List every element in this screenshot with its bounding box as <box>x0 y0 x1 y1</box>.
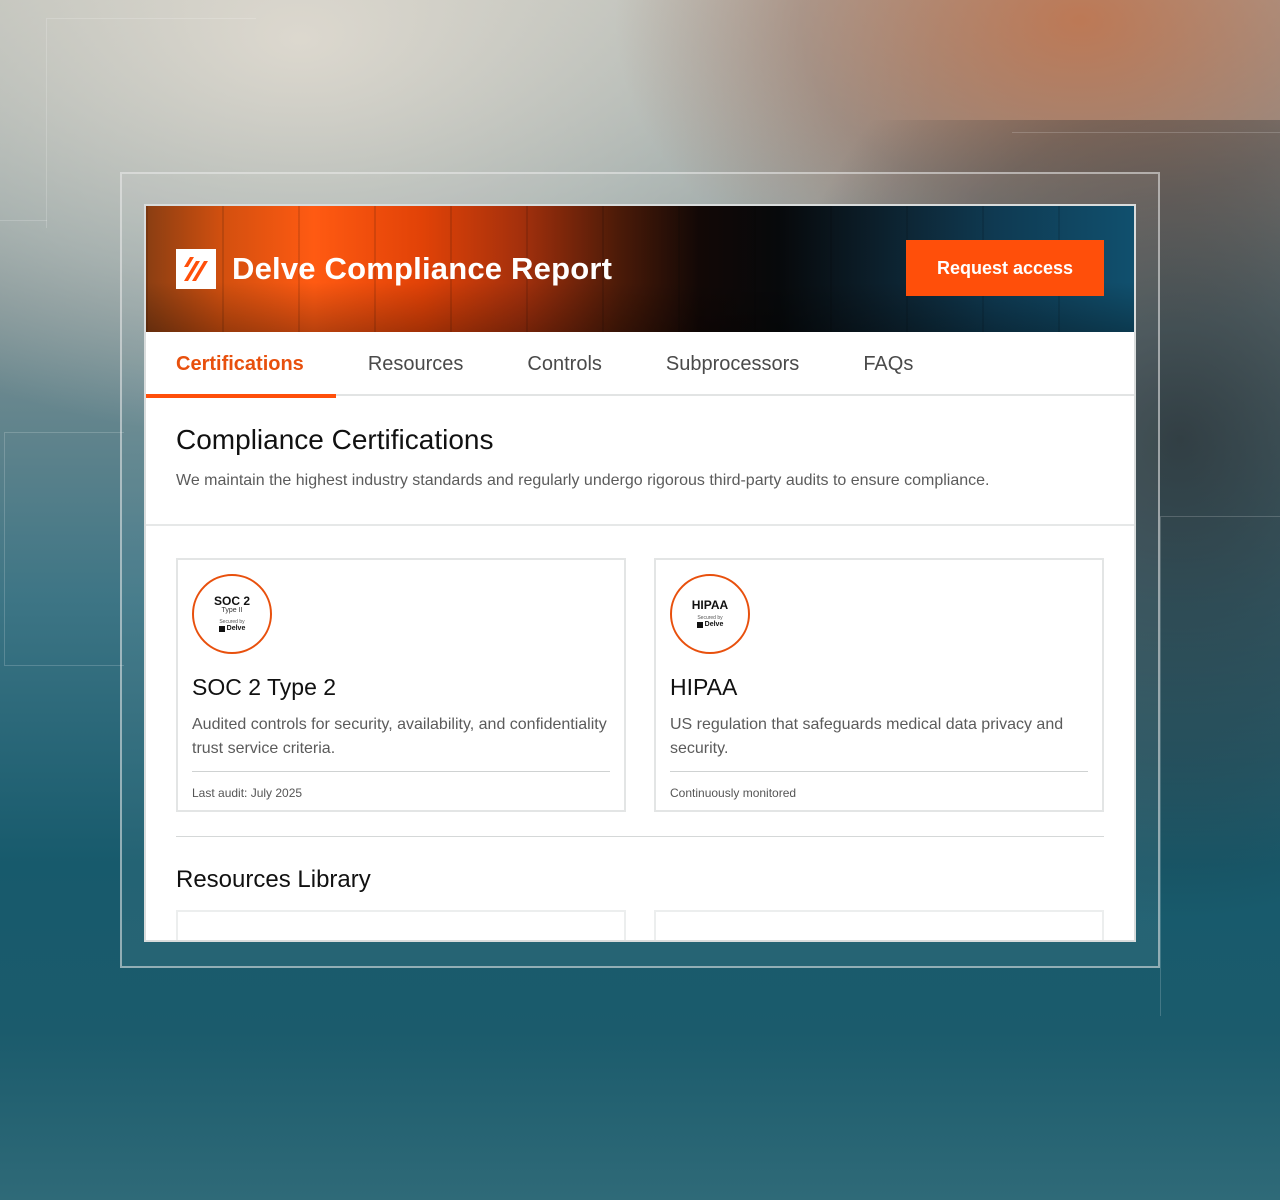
certification-cards: SOC 2 Type II Secured by Delve SOC 2 Typ… <box>176 558 1106 814</box>
tab-subprocessors[interactable]: Subprocessors <box>634 332 831 396</box>
resource-card[interactable] <box>176 910 626 940</box>
card-meta: Last audit: July 2025 <box>192 786 303 800</box>
badge-main-text: HIPAA <box>691 598 729 612</box>
delve-mini-icon <box>218 626 225 632</box>
card-divider <box>192 771 610 772</box>
tab-bar: Certifications Resources Controls Subpro… <box>146 332 1134 398</box>
request-access-button[interactable]: Request access <box>906 240 1104 296</box>
tab-faqs[interactable]: FAQs <box>831 332 945 396</box>
card-divider <box>670 771 1088 772</box>
report-title: Delve Compliance Report <box>232 251 613 286</box>
delve-mini-icon <box>696 622 703 628</box>
badge-brand-text: Delve <box>704 621 724 628</box>
badge-sub-text: Type II <box>221 607 243 614</box>
badge-main-text: SOC 2 <box>213 594 250 608</box>
section-description: We maintain the highest industry standar… <box>176 472 990 489</box>
soc2-badge-icon: SOC 2 Type II Secured by Delve <box>192 574 272 654</box>
compliance-report-panel: Delve Compliance Report Request access C… <box>144 204 1136 942</box>
section-title: Compliance Certifications <box>176 424 494 455</box>
certification-card-hipaa[interactable]: HIPAA Secured by Delve HIPAA US regulati… <box>654 558 1104 812</box>
background-line <box>1012 132 1280 133</box>
card-description: Audited controls for security, availabil… <box>192 716 607 757</box>
badge-brand: Delve <box>218 625 246 633</box>
delve-logo-icon <box>176 249 216 289</box>
section-header: Compliance Certifications We maintain th… <box>146 396 1134 526</box>
badge-brand-text: Delve <box>226 625 246 632</box>
card-title: SOC 2 Type 2 <box>192 674 337 700</box>
background-line <box>0 220 47 221</box>
card-title: HIPAA <box>670 674 738 700</box>
badge-brand: Delve <box>696 621 724 629</box>
report-header: Delve Compliance Report Request access <box>146 206 1134 332</box>
resources-library-title: Resources Library <box>176 866 371 893</box>
background-line <box>1160 516 1280 1016</box>
background-line <box>4 432 124 666</box>
tab-certifications[interactable]: Certifications <box>146 332 336 398</box>
resource-card[interactable] <box>654 910 1104 940</box>
tab-resources[interactable]: Resources <box>336 332 496 396</box>
card-description: US regulation that safeguards medical da… <box>670 716 1064 757</box>
tab-controls[interactable]: Controls <box>495 332 633 396</box>
hipaa-badge-icon: HIPAA Secured by Delve <box>670 574 750 654</box>
card-meta: Continuously monitored <box>670 786 797 800</box>
certification-card-soc2[interactable]: SOC 2 Type II Secured by Delve SOC 2 Typ… <box>176 558 626 812</box>
section-divider <box>176 836 1104 837</box>
